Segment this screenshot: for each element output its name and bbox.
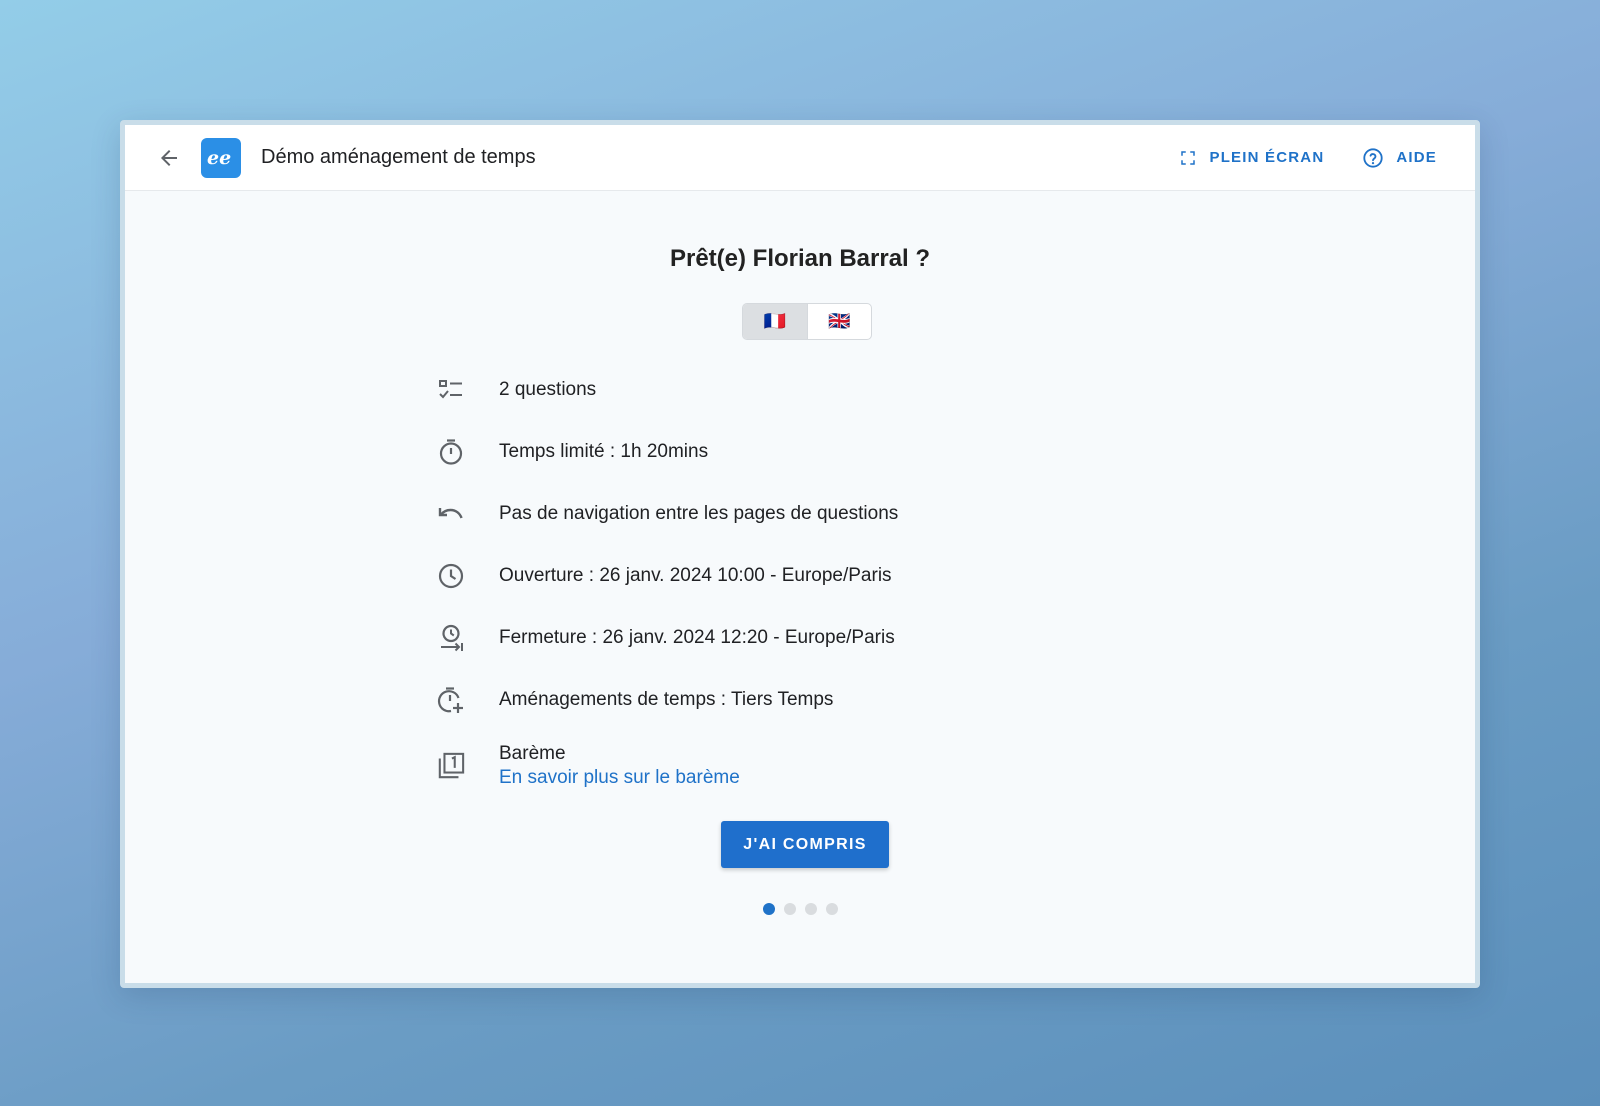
help-button[interactable]: AIDE <box>1348 139 1451 177</box>
ready-heading: Prêt(e) Florian Barral ? <box>669 245 931 272</box>
opening-text: Ouverture : 26 janv. 2024 10:00 - Europe… <box>499 565 892 586</box>
exam-info-list: 2 questions Temps limité : 1h 20mins Pas… <box>437 359 1037 789</box>
fullscreen-icon <box>1181 150 1196 165</box>
info-navigation: Pas de navigation entre les pages de que… <box>437 483 1037 545</box>
navigation-text: Pas de navigation entre les pages de que… <box>499 503 899 524</box>
info-time-limit: Temps limité : 1h 20mins <box>437 421 1037 483</box>
step-dot-1[interactable] <box>763 903 775 915</box>
filter-1-icon <box>438 752 465 779</box>
info-questions: 2 questions <box>437 359 1037 421</box>
closing-text: Fermeture : 26 janv. 2024 12:20 - Europe… <box>499 627 895 648</box>
timer-plus-icon <box>437 687 463 713</box>
fullscreen-button[interactable]: PLEIN ÉCRAN <box>1165 141 1338 175</box>
checklist-icon <box>439 380 462 399</box>
questions-count: 2 questions <box>499 379 597 400</box>
info-opening: Ouverture : 26 janv. 2024 10:00 - Europe… <box>437 545 1037 607</box>
app-window: ee Démo aménagement de temps PLEIN ÉCRAN… <box>120 120 1480 988</box>
clock-end-icon <box>441 624 463 652</box>
fullscreen-label: PLEIN ÉCRAN <box>1209 149 1325 166</box>
language-en-button[interactable]: 🇬🇧 <box>806 304 872 339</box>
help-label: AIDE <box>1396 149 1437 166</box>
flag-gb-icon: 🇬🇧 <box>828 311 851 331</box>
timer-icon <box>439 439 463 465</box>
top-bar: ee Démo aménagement de temps PLEIN ÉCRAN… <box>125 125 1475 191</box>
language-fr-button[interactable]: 🇫🇷 <box>743 304 807 339</box>
flag-fr-icon: 🇫🇷 <box>763 311 786 331</box>
help-circle-icon <box>1363 147 1383 168</box>
step-dot-3[interactable] <box>805 903 817 915</box>
step-dot-2[interactable] <box>784 903 796 915</box>
main-content: Prêt(e) Florian Barral ? 🇫🇷 🇬🇧 2 questio… <box>125 191 1475 983</box>
confirm-button[interactable]: J'AI COMPRIS <box>721 821 889 868</box>
ee-logo-icon: ee <box>207 147 231 169</box>
page-title: Démo aménagement de temps <box>261 146 536 168</box>
info-grading: Barème En savoir plus sur le barème <box>437 743 1037 789</box>
app-logo: ee <box>201 137 241 178</box>
time-limit-text: Temps limité : 1h 20mins <box>499 441 709 462</box>
grading-info-link[interactable]: En savoir plus sur le barème <box>499 767 740 789</box>
undo-icon <box>438 508 463 519</box>
back-button[interactable] <box>149 138 189 178</box>
grading-label: Barème <box>499 743 566 764</box>
info-closing: Fermeture : 26 janv. 2024 12:20 - Europe… <box>437 607 1037 669</box>
arrow-left-icon <box>161 149 177 166</box>
accommodation-text: Aménagements de temps : Tiers Temps <box>499 689 834 710</box>
language-toggle: 🇫🇷 🇬🇧 <box>742 303 872 340</box>
info-accommodation: Aménagements de temps : Tiers Temps <box>437 669 1037 731</box>
clock-icon <box>438 563 464 589</box>
step-dot-4[interactable] <box>826 903 838 915</box>
step-indicator <box>763 903 838 915</box>
svg-text:ee: ee <box>207 147 231 169</box>
